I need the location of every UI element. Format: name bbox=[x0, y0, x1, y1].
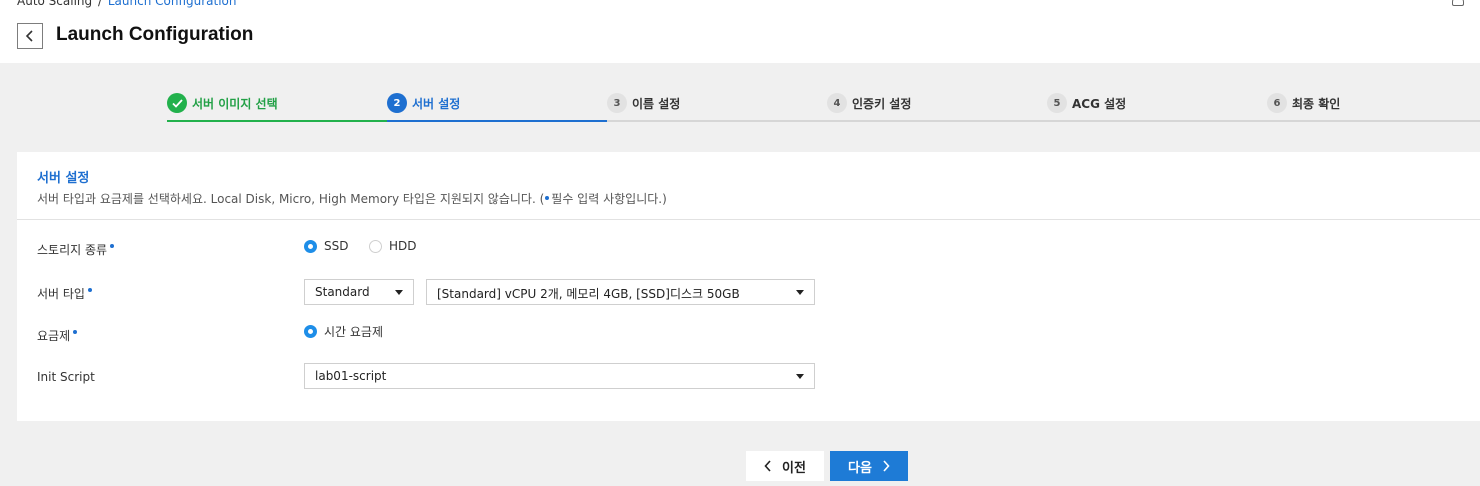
previous-button[interactable]: 이전 bbox=[746, 451, 824, 481]
server-type-select[interactable]: Standard bbox=[304, 279, 414, 305]
breadcrumb-parent[interactable]: Auto Scaling bbox=[17, 0, 92, 8]
select-value: Standard bbox=[315, 285, 370, 299]
description-text: 서버 타입과 요금제를 선택하세요. Local Disk, Micro, Hi… bbox=[37, 192, 545, 206]
caret-down-icon bbox=[796, 290, 804, 295]
required-dot-icon bbox=[545, 196, 550, 200]
breadcrumb-current[interactable]: Launch Configuration bbox=[108, 0, 237, 8]
storage-ssd-radio[interactable]: SSD bbox=[304, 239, 348, 253]
bell-icon[interactable] bbox=[1452, 0, 1464, 6]
step-label: 이름 설정 bbox=[632, 97, 681, 111]
step-final-review[interactable]: 6 최종 확인 bbox=[1267, 91, 1480, 122]
page-title: Launch Configuration bbox=[56, 24, 254, 45]
top-bar: Auto Scaling / Launch Configuration Laun… bbox=[0, 0, 1480, 63]
next-button[interactable]: 다음 bbox=[830, 451, 908, 481]
pricing-label-text: 요금제 bbox=[37, 329, 71, 343]
server-type-label: 서버 타입 bbox=[37, 285, 92, 302]
section-title: 서버 설정 bbox=[37, 171, 90, 186]
pricing-hourly-radio[interactable]: 시간 요금제 bbox=[304, 323, 383, 340]
server-settings-panel: 서버 설정 서버 타입과 요금제를 선택하세요. Local Disk, Mic… bbox=[17, 152, 1480, 421]
back-button[interactable] bbox=[17, 23, 43, 49]
radio-checked-icon bbox=[304, 239, 317, 253]
step-label: ACG 설정 bbox=[1072, 97, 1127, 111]
storage-hdd-radio[interactable]: HDD bbox=[369, 239, 417, 253]
step-number: 2 bbox=[387, 93, 407, 113]
radio-label: HDD bbox=[389, 239, 417, 253]
section-description: 서버 타입과 요금제를 선택하세요. Local Disk, Micro, Hi… bbox=[37, 190, 667, 207]
radio-label: 시간 요금제 bbox=[324, 325, 384, 339]
required-dot-icon bbox=[87, 288, 92, 292]
step-progress-bar bbox=[167, 120, 387, 122]
breadcrumb-separator: / bbox=[97, 0, 103, 8]
select-value: [Standard] vCPU 2개, 메모리 4GB, [SSD]디스크 50… bbox=[437, 287, 740, 301]
wizard-stepper: 서버 이미지 선택 2 서버 설정 3 이름 설정 4 인증키 설정 5 ACG… bbox=[167, 91, 1480, 122]
step-auth-key[interactable]: 4 인증키 설정 bbox=[827, 91, 1047, 122]
step-server-settings[interactable]: 2 서버 설정 bbox=[387, 91, 607, 122]
required-dot-icon bbox=[73, 330, 78, 334]
previous-button-label: 이전 bbox=[782, 460, 806, 476]
step-label: 인증키 설정 bbox=[852, 97, 912, 111]
description-required-note: 필수 입력 사항입니다.) bbox=[551, 192, 667, 206]
step-number: 6 bbox=[1267, 93, 1287, 113]
select-value: lab01-script bbox=[315, 369, 387, 383]
pricing-label: 요금제 bbox=[37, 327, 78, 344]
chevron-right-icon bbox=[883, 460, 890, 472]
step-progress-bar bbox=[387, 120, 607, 122]
caret-down-icon bbox=[796, 374, 804, 379]
chevron-left-icon bbox=[25, 30, 33, 42]
step-acg[interactable]: 5 ACG 설정 bbox=[1047, 91, 1267, 122]
step-server-image[interactable]: 서버 이미지 선택 bbox=[167, 91, 387, 122]
radio-label: SSD bbox=[324, 239, 349, 253]
step-label: 서버 설정 bbox=[412, 97, 461, 111]
next-button-label: 다음 bbox=[848, 460, 872, 476]
step-number: 5 bbox=[1047, 93, 1067, 113]
step-label: 서버 이미지 선택 bbox=[192, 97, 278, 111]
required-dot-icon bbox=[110, 244, 115, 248]
server-spec-select[interactable]: [Standard] vCPU 2개, 메모리 4GB, [SSD]디스크 50… bbox=[426, 279, 815, 305]
init-script-label: Init Script bbox=[37, 370, 95, 384]
init-script-select[interactable]: lab01-script bbox=[304, 363, 815, 389]
radio-checked-icon bbox=[304, 325, 317, 338]
step-number: 4 bbox=[827, 93, 847, 113]
step-label: 최종 확인 bbox=[1292, 97, 1341, 111]
server-type-label-text: 서버 타입 bbox=[37, 287, 85, 301]
radio-unchecked-icon bbox=[369, 239, 382, 253]
check-icon bbox=[167, 93, 187, 113]
caret-down-icon bbox=[395, 290, 403, 295]
step-number: 3 bbox=[607, 93, 627, 113]
divider bbox=[17, 219, 1480, 220]
storage-type-label: 스토리지 종류 bbox=[37, 241, 115, 258]
step-name-settings[interactable]: 3 이름 설정 bbox=[607, 91, 827, 122]
storage-type-label-text: 스토리지 종류 bbox=[37, 243, 108, 257]
chevron-left-icon bbox=[764, 460, 771, 472]
breadcrumb: Auto Scaling / Launch Configuration bbox=[17, 0, 237, 8]
